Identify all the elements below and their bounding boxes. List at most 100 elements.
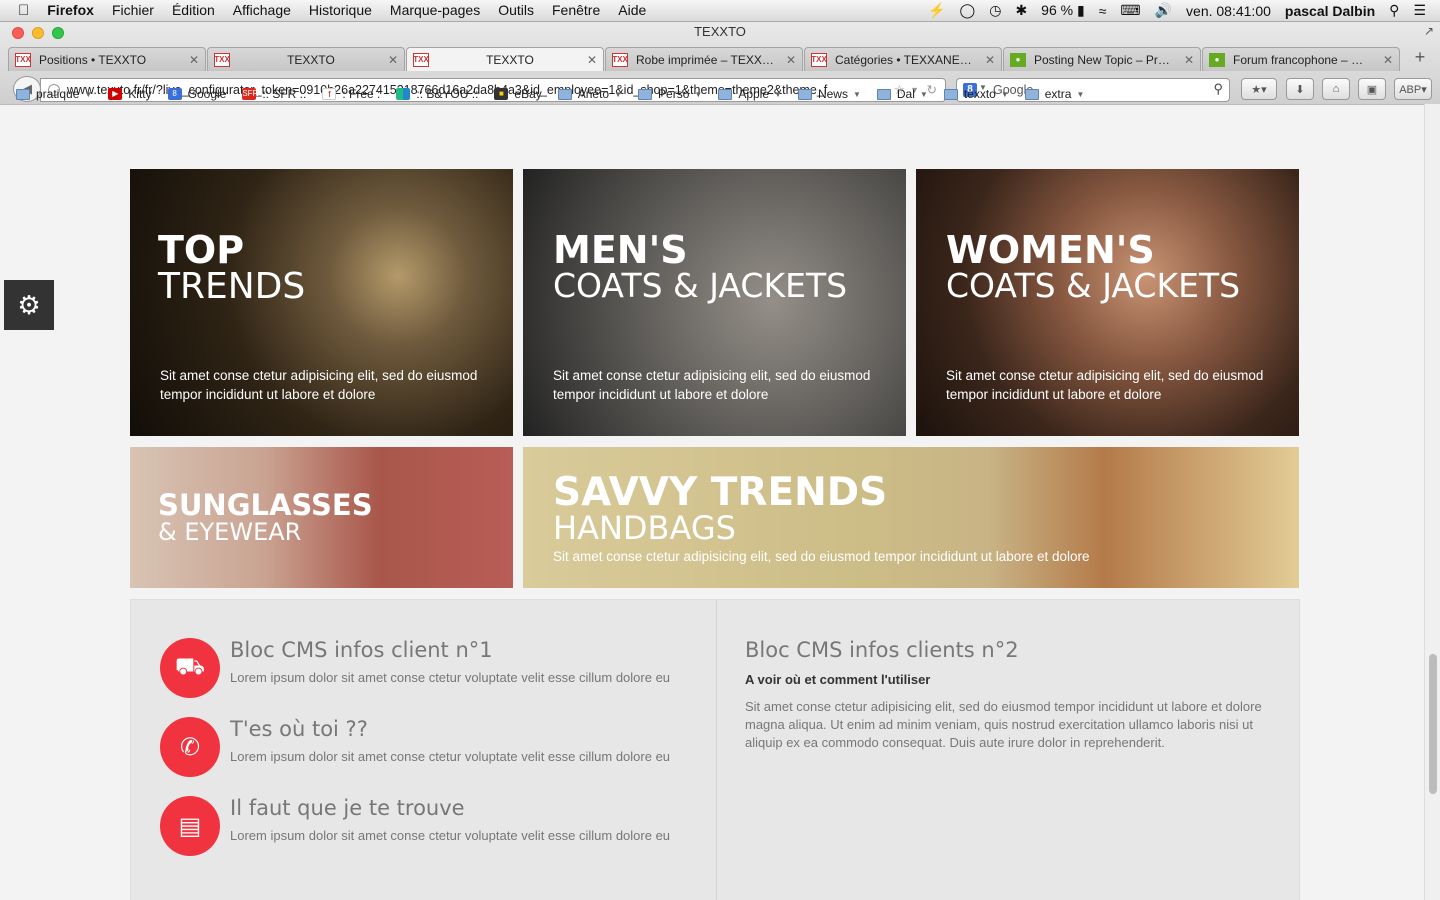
close-tab-icon[interactable]: ✕	[985, 53, 995, 67]
bookmark-folder-news[interactable]: News ▼	[797, 87, 861, 101]
bookmark-folder-apple[interactable]: Apple ▼	[718, 87, 782, 101]
volume-icon[interactable]: 🔊	[1155, 2, 1172, 19]
cms-item-title: Il faut que je te trouve	[230, 796, 465, 820]
tab-label: Forum francophone – …	[1233, 52, 1364, 67]
bookmark-label: :: SFR ::	[262, 87, 307, 101]
accessibility-icon[interactable]: ◯	[960, 2, 976, 19]
close-tab-icon[interactable]: ✕	[1184, 53, 1194, 67]
macos-menubar:  Firefox Fichier Édition Affichage Hist…	[0, 0, 1440, 22]
menu-marque-pages[interactable]: Marque-pages	[390, 2, 480, 19]
truck-icon: ⛟	[160, 638, 220, 698]
chevron-down-icon: ▼	[1076, 89, 1085, 99]
clock[interactable]: ven. 08:41:00	[1186, 3, 1271, 19]
tab-positions[interactable]: TXX Positions • TEXXTO ✕	[8, 47, 206, 71]
phone-icon: ✆	[160, 717, 220, 777]
app-menu-firefox[interactable]: Firefox	[47, 2, 94, 19]
close-tab-icon[interactable]: ✕	[189, 53, 199, 67]
new-tab-button[interactable]: +	[1410, 47, 1430, 69]
bookmark-label: : Free :	[342, 87, 381, 101]
texxto-favicon-icon: TXX	[15, 52, 31, 67]
folder-icon	[1024, 88, 1039, 100]
bookmark-label: pratique	[36, 87, 80, 101]
banner-womens-coats[interactable]: WOMEN'S COATS & JACKETS Sit amet conse ct…	[916, 169, 1299, 436]
bookmark-folder-dal[interactable]: Dal ▼	[876, 87, 928, 101]
tab-forum-francophone[interactable]: ● Forum francophone – … ✕	[1202, 47, 1400, 71]
banner-sunglasses[interactable]: SUNGLASSES & EYEWEAR	[130, 447, 513, 588]
bookmarks-toolbar: pratique ▼ ▶ Kitty 8 Google SFR:: SFR :: f:…	[0, 84, 1440, 104]
bookmark-google[interactable]: 8 Google	[167, 87, 227, 101]
gears-icon: ⚙	[17, 289, 41, 320]
bookmark-folder-perso[interactable]: Perso ▼	[638, 87, 702, 101]
time-machine-icon[interactable]: ◷	[989, 2, 1001, 19]
fullscreen-icon[interactable]: ↗	[1424, 24, 1434, 38]
bookmark-label: extra	[1044, 87, 1072, 101]
menu-outils[interactable]: Outils	[498, 2, 534, 19]
tab-robe-imprimee[interactable]: TXX Robe imprimée – TEXX… ✕	[605, 47, 803, 71]
wifi-icon[interactable]: ≈	[1099, 3, 1107, 19]
cms2-title: Bloc CMS infos clients n°2	[745, 638, 1019, 662]
window-title: TEXXTO	[694, 24, 746, 39]
menu-aide[interactable]: Aide	[618, 2, 646, 19]
cms-item-contact: ✆ T'es où toi ?? Lorem ipsum dolor sit a…	[160, 717, 700, 779]
bookmark-folder-texxto[interactable]: texxto ▼	[943, 87, 1009, 101]
free-icon: f	[322, 88, 337, 100]
close-tab-icon[interactable]: ✕	[587, 53, 597, 67]
apple-menu-icon[interactable]: 	[18, 2, 29, 19]
tab-label: Catégories • TEXXANE…	[835, 52, 972, 67]
spotlight-icon[interactable]: ⚲	[1389, 2, 1399, 19]
chevron-down-icon: ▼	[919, 89, 928, 99]
tab-categories[interactable]: TXX Catégories • TEXXANE… ✕	[804, 47, 1002, 71]
banner-top-trends[interactable]: TOP TRENDS Sit amet conse ctetur adipisic…	[130, 169, 513, 436]
user-name[interactable]: pascal Dalbin	[1285, 3, 1375, 19]
banner-title: TOP	[158, 228, 245, 272]
live-configurator-toggle[interactable]: ⚙	[4, 280, 54, 330]
keyboard-icon[interactable]: ⌨	[1120, 2, 1140, 19]
menu-fichier[interactable]: Fichier	[112, 2, 154, 19]
page-content: ⚙ TOP TRENDS Sit amet conse ctetur adipis…	[0, 104, 1424, 900]
script-icon[interactable]: ⚡	[928, 2, 945, 19]
banner-mens-coats[interactable]: MEN'S COATS & JACKETS Sit amet conse ctet…	[523, 169, 906, 436]
notification-center-icon[interactable]: ☰	[1413, 2, 1426, 19]
bookmark-folder-aneto[interactable]: Aneto ▼	[557, 87, 622, 101]
tab-texxto-1[interactable]: TXX TEXXTO ✕	[207, 47, 405, 71]
chevron-down-icon: ▼	[1000, 89, 1009, 99]
bookmark-label: Aneto	[577, 87, 610, 101]
bluetooth-icon[interactable]: ✱	[1015, 2, 1027, 19]
scrollbar-thumb[interactable]	[1429, 654, 1437, 794]
menu-fenetre[interactable]: Fenêtre	[552, 2, 600, 19]
cms-item-text: Lorem ipsum dolor sit amet conse ctetur …	[230, 828, 671, 843]
menu-affichage[interactable]: Affichage	[233, 2, 291, 19]
battery-status[interactable]: 96 % ▮	[1041, 2, 1085, 19]
banner-handbags[interactable]: SAVVY TRENDS HANDBAGS Sit amet conse ctet…	[523, 447, 1299, 588]
menu-edition[interactable]: Édition	[172, 2, 215, 19]
menu-historique[interactable]: Historique	[309, 2, 372, 19]
banner-title: MEN'S	[553, 228, 688, 272]
battery-icon: ▮	[1076, 2, 1085, 18]
chevron-down-icon: ▼	[694, 89, 703, 99]
bookmark-byou[interactable]: :: B&YOU ::	[396, 87, 478, 101]
close-tab-icon[interactable]: ✕	[388, 53, 398, 67]
vertical-scrollbar[interactable]	[1424, 104, 1440, 900]
folder-icon	[16, 88, 30, 100]
tab-label: Robe imprimée – TEXX…	[636, 52, 774, 67]
tab-posting-new-topic[interactable]: ● Posting New Topic – Pr… ✕	[1003, 47, 1201, 71]
bookmark-kitty[interactable]: ▶ Kitty	[108, 87, 152, 101]
bookmark-sfr[interactable]: SFR:: SFR ::	[242, 87, 306, 101]
texxto-favicon-icon: TXX	[214, 52, 230, 67]
sfr-icon: SFR	[242, 88, 259, 100]
close-tab-icon[interactable]: ✕	[786, 53, 796, 67]
folder-icon	[876, 88, 891, 100]
bookmark-folder-pratique[interactable]: pratique ▼	[16, 87, 92, 101]
cms-info-block: ⛟ Bloc CMS infos client n°1 Lorem ipsum …	[130, 599, 1300, 900]
close-tab-icon[interactable]: ✕	[1383, 53, 1393, 67]
byou-icon	[396, 88, 411, 100]
bookmark-label: Kitty	[128, 87, 152, 101]
folder-icon	[797, 88, 812, 100]
tab-texxto-active[interactable]: TXX TEXXTO ✕	[406, 47, 604, 71]
bookmark-free[interactable]: f : Free :	[322, 87, 380, 101]
bookmark-label: Google	[187, 87, 227, 101]
banner-subtitle: TRENDS	[158, 266, 306, 307]
bookmark-ebay[interactable]: ■ eBay	[494, 87, 542, 101]
bookmark-folder-extra[interactable]: extra ▼	[1024, 87, 1085, 101]
battery-percent: 96 %	[1041, 2, 1074, 18]
